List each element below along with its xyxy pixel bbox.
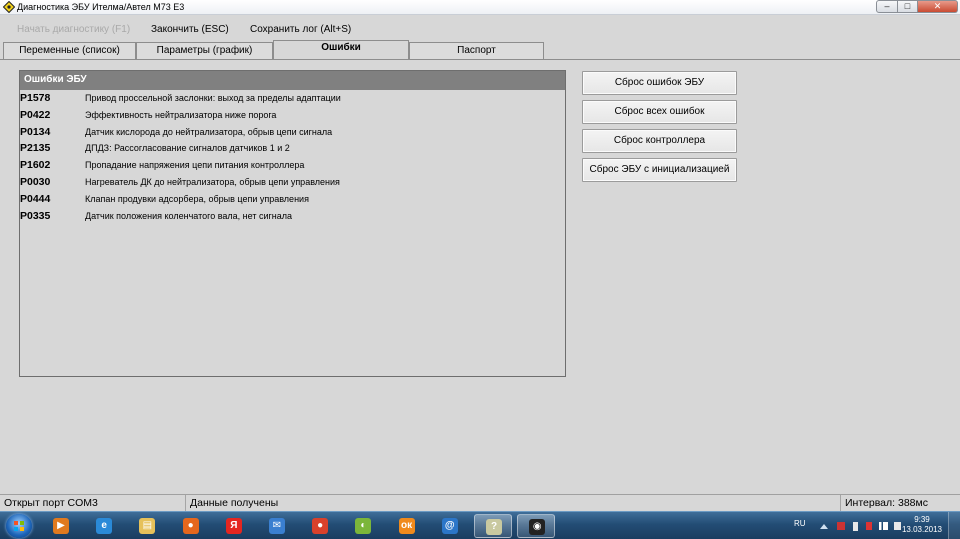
menu-start-diagnostics[interactable]: Начать диагностику (F1) bbox=[17, 24, 130, 35]
show-desktop-button[interactable] bbox=[948, 512, 960, 539]
internet-explorer-icon: e bbox=[96, 518, 113, 534]
tab-passport[interactable]: Паспорт bbox=[409, 42, 544, 59]
tab-errors[interactable]: Ошибки bbox=[273, 40, 409, 60]
error-code: P2135 bbox=[20, 142, 51, 155]
error-description: ДПДЗ: Рассогласование сигналов датчиков … bbox=[85, 143, 290, 154]
error-code: P0030 bbox=[20, 175, 51, 188]
taskbar-button[interactable]: ● bbox=[301, 514, 339, 538]
signal-icon[interactable] bbox=[879, 522, 888, 530]
maximize-button[interactable]: □ bbox=[898, 0, 918, 13]
taskbar-button[interactable]: ● bbox=[172, 514, 210, 538]
list-item[interactable]: P1578 Привод проссельной заслонки: выход… bbox=[20, 90, 565, 107]
error-code: P0335 bbox=[20, 209, 51, 222]
taskbar-button[interactable]: @ bbox=[431, 514, 469, 538]
error-description: Привод проссельной заслонки: выход за пр… bbox=[85, 93, 341, 103]
taskbar-button[interactable]: Я bbox=[215, 514, 253, 538]
orbit-icon: ◐ bbox=[355, 518, 372, 534]
window-controls: – □ ✕ bbox=[876, 0, 958, 13]
taskbar: ▶ e ▤ ● Я ✉ ● ◐ ок @? ◉ RU 9:39 13.03.2013 bbox=[0, 511, 960, 539]
clock[interactable]: 9:39 13.03.2013 bbox=[902, 515, 942, 535]
taskbar-button[interactable]: ок bbox=[388, 514, 426, 538]
status-data: Данные получены bbox=[186, 495, 841, 511]
error-list: P1578 Привод проссельной заслонки: выход… bbox=[20, 90, 565, 224]
list-item[interactable]: P0030 Нагреватель ДК до нейтрализатора, … bbox=[20, 174, 565, 191]
list-item[interactable]: P0134 Датчик кислорода до нейтрализатора… bbox=[20, 124, 565, 141]
system-tray: RU 9:39 13.03.2013 bbox=[790, 512, 960, 539]
mail-icon: ✉ bbox=[269, 518, 285, 534]
status-bar: Открыт порт COM3 Данные получены Интерва… bbox=[0, 494, 960, 511]
list-item[interactable]: P1602 Пропадание напряжения цепи питания… bbox=[20, 157, 565, 174]
app-icon bbox=[3, 1, 15, 13]
volume-icon[interactable] bbox=[894, 522, 901, 530]
error-description: Клапан продувки адсорбера, обрыв цепи уп… bbox=[85, 193, 309, 204]
chrome-icon: ● bbox=[312, 518, 329, 534]
title-bar: Диагностика ЭБУ Ителма/Автел М73 Е3 – □ … bbox=[0, 0, 960, 15]
menu-save-log[interactable]: Сохранить лог (Alt+S) bbox=[250, 24, 351, 35]
battery-icon[interactable] bbox=[853, 522, 858, 531]
error-description: Датчик кислорода до нейтрализатора, обры… bbox=[85, 126, 333, 137]
menu-stop[interactable]: Закончить (ESC) bbox=[151, 24, 229, 35]
window-title: Диагностика ЭБУ Ителма/Автел М73 Е3 bbox=[17, 2, 185, 12]
error-description: Нагреватель ДК до нейтрализатора, обрыв … bbox=[85, 176, 340, 187]
mail-agent-icon: @ bbox=[441, 518, 458, 534]
diagnostic-app-icon: ◉ bbox=[529, 519, 546, 535]
error-code: P0422 bbox=[20, 108, 51, 121]
taskbar-button[interactable]: ◉ bbox=[517, 514, 556, 538]
yandex-browser-icon: Я bbox=[225, 518, 242, 534]
reset-ecu-init-button[interactable]: Сброс ЭБУ с инициализацией bbox=[582, 158, 737, 182]
taskbar-button[interactable]: ? bbox=[474, 514, 512, 538]
tab-variables-list[interactable]: Переменные (список) bbox=[3, 42, 136, 59]
taskbar-button[interactable]: e bbox=[85, 514, 123, 538]
status-port: Открыт порт COM3 bbox=[0, 495, 186, 511]
menu-bar: Начать диагностику (F1) Закончить (ESC) … bbox=[0, 19, 960, 39]
error-description: Датчик положения коленчатого вала, нет с… bbox=[85, 210, 292, 221]
list-item[interactable]: P0335 Датчик положения коленчатого вала,… bbox=[20, 208, 565, 225]
taskbar-button[interactable]: ▶ bbox=[42, 514, 80, 538]
start-button[interactable] bbox=[6, 514, 32, 538]
minimize-button[interactable]: – bbox=[876, 0, 898, 13]
error-code: P0134 bbox=[20, 125, 51, 138]
close-button[interactable]: ✕ bbox=[918, 0, 958, 13]
ecu-errors-panel: Ошибки ЭБУ P1578 Привод проссельной засл… bbox=[19, 70, 566, 377]
list-item[interactable]: P0444 Клапан продувки адсорбера, обрыв ц… bbox=[20, 191, 565, 208]
show-hidden-icons-icon[interactable] bbox=[820, 524, 828, 529]
reset-ecu-errors-button[interactable]: Сброс ошибок ЭБУ bbox=[582, 71, 737, 95]
list-item[interactable]: P0422 Эффективность нейтрализатора ниже … bbox=[20, 107, 565, 124]
tab-parameters-graph[interactable]: Параметры (график) bbox=[136, 42, 273, 59]
media-player-icon: ▶ bbox=[53, 518, 69, 534]
panel-header: Ошибки ЭБУ bbox=[20, 71, 565, 90]
error-code: P1602 bbox=[20, 159, 51, 172]
reset-all-errors-button[interactable]: Сброс всех ошибок bbox=[582, 100, 737, 124]
taskbar-button[interactable]: ✉ bbox=[258, 514, 296, 538]
taskbar-button[interactable]: ◐ bbox=[344, 514, 382, 538]
tab-divider bbox=[0, 59, 960, 60]
odnoklassniki-icon: ок bbox=[398, 518, 415, 534]
tab-strip: Переменные (список) Параметры (график) О… bbox=[0, 40, 960, 60]
reset-controller-button[interactable]: Сброс контроллера bbox=[582, 129, 737, 153]
flag-icon[interactable] bbox=[866, 522, 872, 530]
language-indicator[interactable]: RU bbox=[794, 519, 806, 528]
error-code: P0444 bbox=[20, 192, 51, 205]
error-description: Эффективность нейтрализатора ниже порога bbox=[85, 109, 277, 120]
error-code: P1578 bbox=[20, 92, 51, 104]
error-description: Пропадание напряжения цепи питания контр… bbox=[85, 160, 305, 171]
status-interval: Интервал: 388мс bbox=[845, 497, 928, 509]
network-warning-icon[interactable] bbox=[837, 522, 845, 530]
windows-logo-icon bbox=[14, 521, 24, 531]
firefox-icon: ● bbox=[182, 518, 199, 534]
clock-date: 13.03.2013 bbox=[901, 525, 942, 534]
clock-time: 9:39 bbox=[914, 515, 930, 524]
help-tool-icon: ? bbox=[486, 519, 502, 535]
file-explorer-icon: ▤ bbox=[139, 518, 156, 534]
list-item[interactable]: P2135 ДПДЗ: Рассогласование сигналов дат… bbox=[20, 140, 565, 157]
taskbar-button[interactable]: ▤ bbox=[128, 514, 166, 538]
